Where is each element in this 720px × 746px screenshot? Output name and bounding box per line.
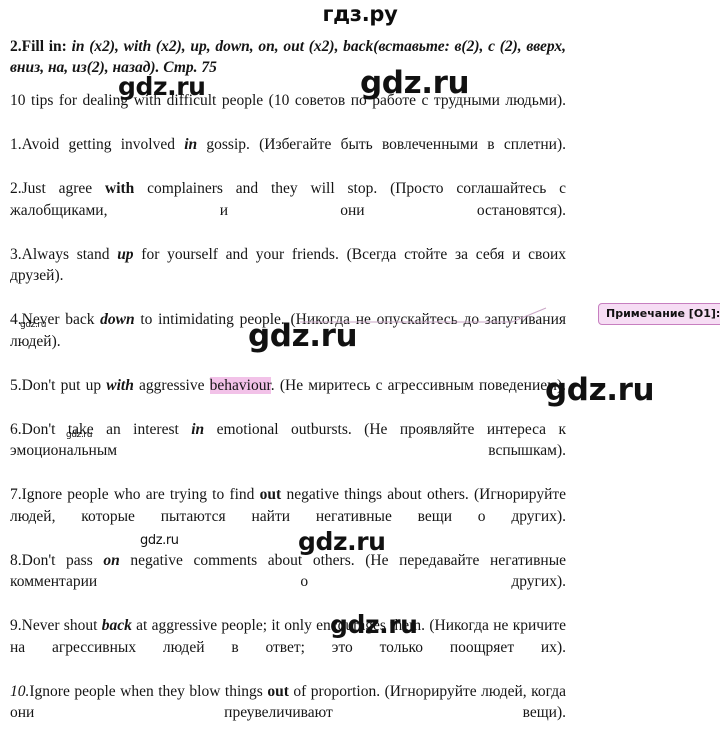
tip-number: 2. (10, 180, 22, 197)
watermark: gdz.ru (66, 430, 93, 440)
tip-russian: (Не миритесь с агрессивным поведением). (279, 376, 566, 394)
page-root: { "site": { "logo_text": "гдз.ру", "wate… (0, 0, 720, 721)
tip-item: 1.Avoid getting involved in gossip. (Изб… (10, 134, 566, 177)
intro-paragraph: 10 tips for dealing with difficult peopl… (10, 90, 566, 133)
tip-number: 8. (10, 551, 22, 569)
tip-item: 3.Always stand up for yourself and your … (10, 244, 566, 309)
tip-answer: with (105, 180, 135, 197)
tip-english-before: Ignore people who are trying to find (21, 486, 260, 503)
tip-english-after: negative things about others. (281, 486, 469, 503)
watermark: gdz.ru (20, 320, 47, 330)
tip-answer: on (103, 551, 120, 569)
tip-answer: down (100, 311, 135, 328)
tip-answer: in (191, 420, 205, 438)
tip-english-after: for yourself and your friends. (133, 245, 339, 263)
watermark: gdz.ru (298, 527, 386, 556)
tip-item: 6.Don't take an interest in emotional ou… (10, 419, 566, 484)
watermark: gdz.ru (360, 65, 470, 101)
tip-answer: in (184, 136, 198, 153)
tip-number: 10. (10, 682, 30, 700)
site-logo: гдз.ру (322, 2, 398, 26)
tip-english-before: Never shout (21, 617, 102, 634)
tip-english-after: of proportion. (288, 682, 381, 700)
tip-russian: (Избегайте быть вовлеченными в сплетни). (259, 136, 567, 153)
tip-english-tail: . (270, 376, 275, 394)
tip-item: 8.Don't pass on negative comments about … (10, 550, 566, 615)
tip-number: 3. (10, 245, 22, 263)
tip-english-before: Always stand (21, 245, 118, 263)
tip-english-before: Avoid getting involved (21, 136, 185, 153)
tip-number: 9. (10, 617, 22, 634)
task-heading: 2.Fill in: in (x2), with (x2), up, down,… (10, 36, 566, 78)
watermark: gdz.ru (248, 318, 358, 354)
tip-english-before: Don't take an interest (21, 420, 192, 438)
tip-item: 2.Just agree with complainers and they w… (10, 178, 566, 243)
tip-answer: back (101, 617, 132, 634)
commented-text-highlight[interactable]: behaviour (209, 376, 271, 394)
tip-item: 9.Never shout back at aggressive people;… (10, 615, 566, 680)
tip-answer: with (106, 376, 134, 394)
watermark: gdz.ru (330, 610, 418, 639)
tip-number: 5. (10, 376, 22, 394)
watermark: gdz.ru (140, 533, 179, 548)
task-number: 2. (10, 38, 22, 55)
tip-item: 7.Ignore people who are trying to find o… (10, 484, 566, 549)
tip-number: 6. (10, 420, 22, 438)
comment-label: Примечание [O1]: (606, 307, 720, 320)
tip-english-after: complainers and they will stop. (134, 180, 378, 197)
tip-number: 1. (10, 136, 22, 153)
tip-item: 5.Don't put up with aggressive behaviour… (10, 375, 566, 418)
tip-english-before: Just agree (21, 180, 105, 197)
tip-number: 7. (10, 486, 22, 503)
tip-english-after: aggressive (133, 376, 210, 394)
task-prompt: in (x2), with (x2), up, down, on, out (x… (10, 38, 566, 76)
tip-answer: out (267, 682, 289, 700)
tip-english-before: Don't put up (21, 376, 107, 394)
tip-answer: up (117, 245, 134, 263)
tip-english-before: Don't pass (21, 551, 104, 569)
document-body: 2.Fill in: in (x2), with (x2), up, down,… (10, 36, 566, 746)
watermark: gdz.ru (545, 372, 655, 408)
tip-english-after: gossip. (197, 136, 250, 153)
tip-english-after: emotional outbursts. (204, 420, 352, 438)
comment-callout[interactable]: Примечание [O1]: (598, 303, 720, 325)
tip-answer: out (259, 486, 282, 503)
watermark: gdz.ru (118, 72, 206, 101)
task-label: Fill in: (21, 38, 67, 55)
tip-item: 10.Ignore people when they blow things o… (10, 681, 566, 746)
tip-english-before: Ignore people when they blow things (29, 682, 268, 700)
